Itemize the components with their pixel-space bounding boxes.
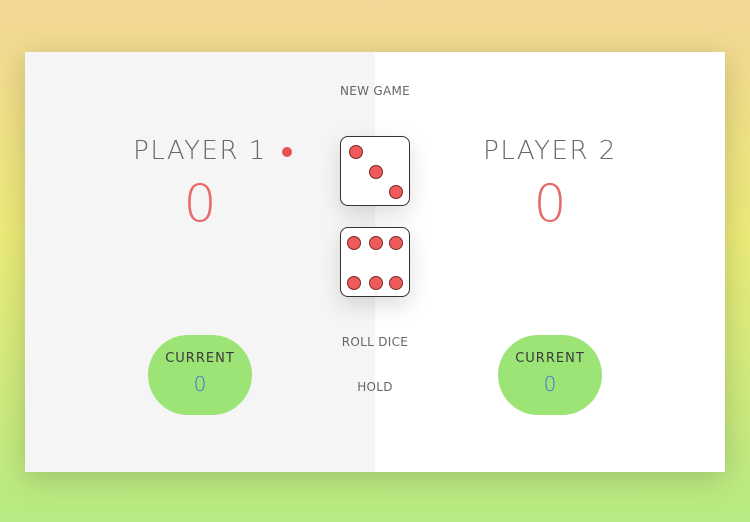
die-pip xyxy=(349,145,363,159)
player-2-current-label: CURRENT xyxy=(515,351,585,366)
player-2-current-box: CURRENT 0 xyxy=(498,335,602,415)
roll-dice-button[interactable]: ROLL DICE xyxy=(300,335,450,349)
player-1-current-label: CURRENT xyxy=(165,351,235,366)
die-pip xyxy=(389,276,403,290)
new-game-button[interactable]: NEW GAME xyxy=(300,84,450,98)
die-pip xyxy=(389,185,403,199)
die-1 xyxy=(340,136,410,206)
die-pip xyxy=(369,236,383,250)
player-2-score: 0 xyxy=(533,174,567,234)
player-2-name: PLAYER 2 xyxy=(483,136,617,166)
player-1-score: 0 xyxy=(183,174,217,234)
game-board: PLAYER 1 0 CURRENT 0 PLAYER 2 0 CURRENT … xyxy=(25,52,725,472)
active-player-indicator xyxy=(282,147,292,157)
player-2-panel: PLAYER 2 0 CURRENT 0 xyxy=(375,52,725,472)
die-pip xyxy=(369,276,383,290)
die-2 xyxy=(340,227,410,297)
die-pip xyxy=(389,236,403,250)
die-pip xyxy=(347,236,361,250)
die-pip xyxy=(369,165,383,179)
player-2-current-score: 0 xyxy=(543,372,557,396)
player-1-name: PLAYER 1 xyxy=(133,136,267,166)
player-1-current-score: 0 xyxy=(193,372,207,396)
hold-button[interactable]: HOLD xyxy=(300,380,450,394)
die-pip xyxy=(347,276,361,290)
player-1-panel: PLAYER 1 0 CURRENT 0 xyxy=(25,52,375,472)
player-1-current-box: CURRENT 0 xyxy=(148,335,252,415)
